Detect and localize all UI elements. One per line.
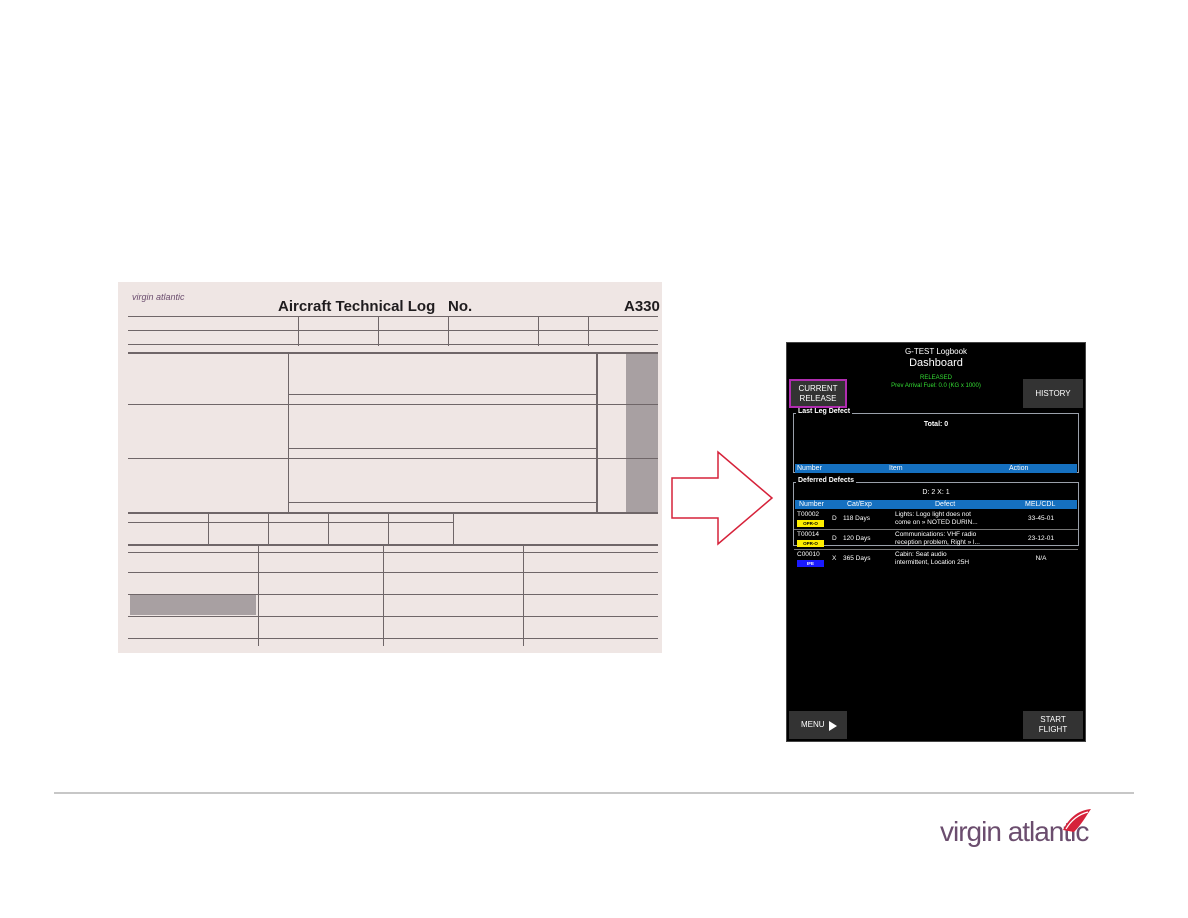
last-leg-defect-panel: Last Leg Defect Total: 0 Number Item Act… (793, 408, 1079, 473)
defect-desc: Cabin: Seat audio intermittent, Location … (895, 551, 1003, 567)
defect-mel: N/A (1035, 555, 1047, 562)
col-action: Action (1009, 465, 1029, 472)
deferred-summary: D: 2 X: 1 (922, 489, 950, 496)
current-release-label: CURRENT RELEASE (798, 383, 838, 403)
defect-desc-line1: Communications: VHF radio (895, 531, 977, 538)
menu-arrow-icon (829, 721, 837, 731)
defect-exp: 365 Days (843, 555, 871, 562)
last-leg-total: Total: 0 (923, 421, 949, 428)
footer-divider (54, 792, 1134, 794)
dashboard-title: Dashboard (909, 357, 963, 369)
col-item: Item (889, 465, 903, 472)
defect-cat: D (832, 515, 837, 522)
start-flight-label: START FLIGHT (1038, 715, 1068, 734)
defect-desc-line2: come on » NOTED DURIN... (895, 519, 978, 526)
paper-model: A330 (624, 298, 660, 315)
defect-mel: 23-12-01 (1027, 535, 1055, 542)
defect-number: C00010 (797, 551, 820, 558)
defect-exp: 120 Days (843, 535, 871, 542)
defect-desc: Lights: Logo light does not come on » NOT… (895, 511, 1003, 527)
table-row[interactable]: T00014 OPR-O D 120 Days Communications: … (794, 530, 1078, 550)
opr-badge: OPR-O (797, 520, 824, 527)
menu-button[interactable]: MENU (789, 711, 847, 739)
col-number: Number (799, 501, 824, 508)
defect-desc-line2: intermittent, Location 25H (895, 559, 970, 566)
paper-brand: virgin atlantic (132, 292, 185, 302)
virgin-flag-icon (1060, 806, 1094, 841)
last-leg-title: Last Leg Defect (796, 408, 853, 415)
defect-mel: 33-45-01 (1027, 515, 1055, 522)
opr-badge: OPR-O (797, 540, 824, 547)
paper-title: Aircraft Technical Log (278, 298, 436, 315)
table-row[interactable]: T00002 OPR-O D 118 Days Lights: Logo lig… (794, 510, 1078, 530)
deferred-header: Number Cat/Exp Defect MEL/CDL (795, 500, 1077, 509)
defect-desc-line1: Cabin: Seat audio (895, 551, 947, 558)
defect-number: T00002 (797, 511, 820, 518)
menu-label: MENU (801, 720, 825, 729)
last-leg-header: Number Item Action (795, 464, 1077, 473)
current-release-button[interactable]: CURRENT RELEASE (789, 379, 847, 408)
defect-number: T00014 (797, 531, 820, 538)
deferred-title: Deferred Defects (796, 477, 857, 484)
start-flight-button[interactable]: START FLIGHT (1023, 711, 1083, 739)
table-row[interactable]: C00010 IFE X 365 Days Cabin: Seat audio i… (794, 550, 1078, 569)
defect-cat: D (832, 535, 837, 542)
defect-desc: Communications: VHF radio reception probl… (895, 531, 1003, 547)
col-mel-cdl: MEL/CDL (1025, 501, 1056, 508)
efb-dashboard-screen: G-TEST Logbook Dashboard RELEASED Prev A… (786, 342, 1086, 742)
logbook-title: G-TEST Logbook (904, 347, 968, 356)
defect-cat: X (832, 555, 837, 562)
paper-no-label: No. (448, 298, 473, 315)
defect-desc-line2: reception problem, Right » l... (895, 539, 980, 546)
col-cat-exp: Cat/Exp (847, 501, 872, 508)
col-defect: Defect (935, 501, 956, 508)
history-button[interactable]: HISTORY (1023, 379, 1083, 408)
defect-desc-line1: Lights: Logo light does not (895, 511, 971, 518)
paper-tech-log-photo: virgin atlantic Aircraft Technical Log N… (118, 282, 662, 653)
col-number: Number (797, 465, 822, 472)
defect-exp: 118 Days (843, 515, 870, 522)
right-arrow-icon (670, 450, 776, 551)
ife-badge: IFE (797, 560, 824, 567)
